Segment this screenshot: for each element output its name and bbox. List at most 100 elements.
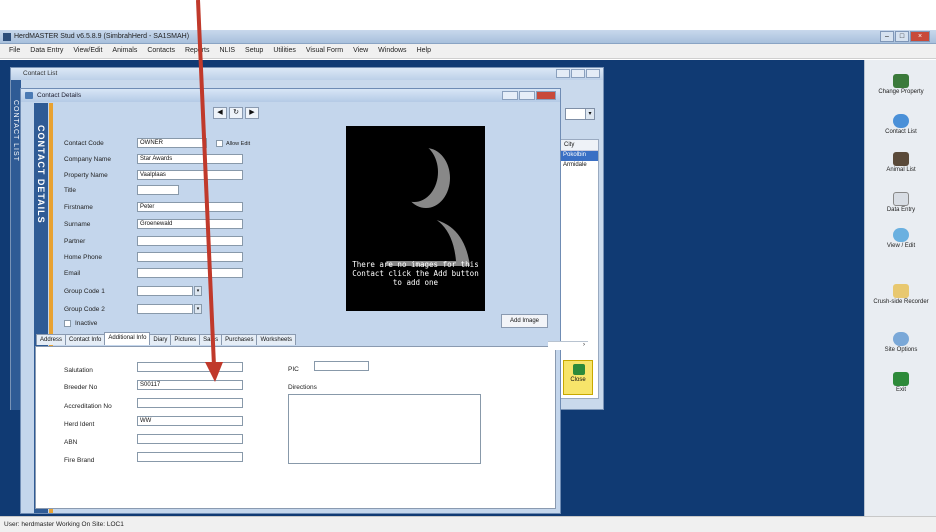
salutation-field[interactable]: [137, 362, 243, 372]
home-phone-field[interactable]: [137, 252, 243, 262]
close-button[interactable]: ×: [910, 31, 930, 42]
menu-nlis[interactable]: NLIS: [214, 44, 240, 58]
refresh-icon[interactable]: ↻: [229, 107, 243, 119]
minimize-button[interactable]: [556, 69, 570, 78]
tab-worksheets[interactable]: Worksheets: [256, 334, 297, 345]
chevron-down-icon[interactable]: ▾: [194, 286, 202, 296]
table-row[interactable]: Pokolbin: [560, 151, 598, 161]
menu-help[interactable]: Help: [412, 44, 436, 58]
directions-textarea[interactable]: [288, 394, 481, 464]
toolbar-label: Site Options: [884, 347, 918, 353]
view-edit-button[interactable]: View / Edit: [865, 228, 936, 249]
chevron-down-icon[interactable]: ▾: [194, 304, 202, 314]
toolbar-label: View / Edit: [886, 243, 916, 249]
accreditation-no-label: Accreditation No: [64, 403, 112, 410]
menu-contacts[interactable]: Contacts: [142, 44, 180, 58]
contact-details-title: Contact Details: [37, 92, 82, 99]
toolbar-label: Data Entry: [886, 207, 916, 213]
contact-list-window-controls: [556, 69, 600, 78]
add-image-button[interactable]: Add Image: [501, 314, 548, 328]
email-label: Email: [64, 270, 81, 277]
contacts-icon: [893, 114, 909, 128]
record-navigation: ◀ ↻ ▶: [213, 107, 259, 119]
minimize-button[interactable]: [502, 91, 518, 100]
menu-setup[interactable]: Setup: [240, 44, 268, 58]
menu-view-edit[interactable]: View/Edit: [68, 44, 107, 58]
menu-view[interactable]: View: [348, 44, 373, 58]
tab-purchases[interactable]: Purchases: [221, 334, 258, 345]
partner-label: Partner: [64, 238, 86, 245]
menu-data-entry[interactable]: Data Entry: [25, 44, 68, 58]
chevron-down-icon[interactable]: ▾: [585, 109, 594, 119]
cow-icon: [893, 152, 909, 166]
grid-header-city[interactable]: City: [560, 140, 598, 151]
menu-windows[interactable]: Windows: [373, 44, 411, 58]
toolbar-label: Contact List: [885, 129, 917, 135]
menu-utilities[interactable]: Utilities: [268, 44, 301, 58]
company-name-field[interactable]: Star Awards: [137, 154, 243, 164]
maximize-button[interactable]: [519, 91, 535, 100]
menu-reports[interactable]: Reports: [180, 44, 215, 58]
property-name-field[interactable]: Vaalplaas: [137, 170, 243, 180]
accreditation-no-field[interactable]: [137, 398, 243, 408]
surname-field[interactable]: Groenewald: [137, 219, 243, 229]
toolbar-label: Animal List: [886, 167, 916, 173]
herd-ident-label: Herd Ident: [64, 421, 95, 428]
site-options-button[interactable]: Site Options: [865, 332, 936, 353]
fire-brand-field[interactable]: [137, 452, 243, 462]
menu-visual-form[interactable]: Visual Form: [301, 44, 348, 58]
next-record-button[interactable]: ▶: [245, 107, 259, 119]
crushside-recorder-button[interactable]: Crush-side Recorder: [865, 284, 936, 305]
contact-details-window-controls: [502, 91, 556, 100]
close-button[interactable]: [536, 91, 556, 100]
allow-edit-label: Allow Edit: [226, 141, 251, 147]
contact-code-label: Contact Code: [64, 140, 104, 147]
tab-sales[interactable]: Sales: [199, 334, 223, 345]
allow-edit-checkbox[interactable]: [216, 140, 223, 147]
firstname-label: Firstname: [64, 204, 93, 211]
tab-additional-info[interactable]: Additional Info: [104, 332, 151, 345]
tab-contact-info[interactable]: Contact Info: [65, 334, 106, 345]
inactive-label: Inactive: [75, 320, 98, 327]
app-title: HerdMASTER Stud v6.5.8.9 (SimbrahHerd - …: [14, 33, 190, 40]
group-code-2-field[interactable]: [137, 304, 193, 314]
contact-list-filter-dropdown[interactable]: ▾: [565, 108, 595, 120]
toolbar-label: Exit: [895, 387, 906, 393]
herd-ident-field[interactable]: WW: [137, 416, 243, 426]
minimize-button[interactable]: –: [880, 31, 894, 42]
exit-button[interactable]: Exit: [865, 372, 936, 393]
contact-details-side-label: CONTACT DETAILS: [36, 125, 46, 224]
change-property-button[interactable]: Change Property: [865, 74, 936, 95]
firstname-field[interactable]: Peter: [137, 202, 243, 212]
email-field[interactable]: [137, 268, 243, 278]
contact-list-scroll-right[interactable]: ›: [548, 341, 588, 350]
abn-field[interactable]: [137, 434, 243, 444]
menu-animals[interactable]: Animals: [107, 44, 142, 58]
title-field[interactable]: [137, 185, 179, 195]
close-button[interactable]: [586, 69, 600, 78]
contact-photo: There are no images for this Contact cli…: [346, 126, 485, 311]
contact-code-field[interactable]: OWNER: [137, 138, 207, 148]
breeder-no-label: Breeder No: [64, 384, 98, 391]
right-toolbar: Change Property Contact List Animal List…: [864, 60, 936, 516]
contact-list-button[interactable]: Contact List: [865, 114, 936, 135]
status-text: User: herdmaster Working On Site: LOC1: [4, 521, 124, 528]
contact-list-close-button[interactable]: Close: [563, 360, 593, 395]
pic-field[interactable]: [314, 361, 369, 371]
maximize-button[interactable]: □: [895, 31, 909, 42]
partner-field[interactable]: [137, 236, 243, 246]
table-row[interactable]: Armidale: [560, 161, 598, 171]
menu-bar: File Data Entry View/Edit Animals Contac…: [0, 44, 936, 59]
home-phone-label: Home Phone: [64, 254, 102, 261]
tab-diary[interactable]: Diary: [149, 334, 172, 345]
maximize-button[interactable]: [571, 69, 585, 78]
tab-address[interactable]: Address: [36, 334, 67, 345]
inactive-checkbox[interactable]: [64, 320, 71, 327]
animal-list-button[interactable]: Animal List: [865, 152, 936, 173]
tab-pictures[interactable]: Pictures: [170, 334, 201, 345]
prev-record-button[interactable]: ◀: [213, 107, 227, 119]
menu-file[interactable]: File: [4, 44, 25, 58]
data-entry-button[interactable]: Data Entry: [865, 192, 936, 213]
group-code-1-field[interactable]: [137, 286, 193, 296]
breeder-no-field[interactable]: S00117: [137, 380, 243, 390]
